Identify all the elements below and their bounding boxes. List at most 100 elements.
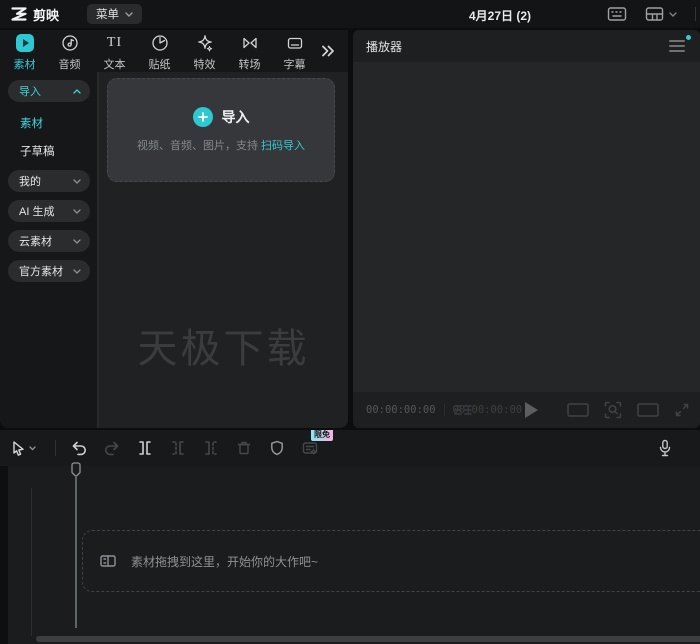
player-menu-icon[interactable] (669, 35, 691, 52)
sticker-icon (151, 33, 169, 53)
fullscreen-icon[interactable] (674, 402, 690, 418)
canvas-icon[interactable] (637, 403, 659, 417)
tab-text[interactable]: TI 文本 (92, 31, 137, 72)
tab-effects-label: 特效 (193, 58, 216, 71)
filmstrip-icon (99, 553, 117, 569)
zoom-fit-icon[interactable] (604, 401, 622, 419)
sidebar-item-import[interactable]: 导入 (8, 80, 90, 102)
tab-effects[interactable]: 特效 (182, 31, 227, 72)
playhead[interactable] (70, 462, 82, 628)
layout-switcher[interactable] (645, 6, 677, 22)
sidebar-item-media[interactable]: 素材 (8, 114, 90, 132)
scan-import-link[interactable]: 扫码导入 (261, 140, 305, 152)
undo-button[interactable] (69, 438, 89, 458)
cursor-icon (10, 440, 26, 457)
capcut-window: 剪映 菜单 4月27日 (2) 素材 音频 TI 文本 贴纸 特效 转场 字幕 … (0, 0, 700, 644)
delete-right-button[interactable] (201, 438, 221, 458)
import-subtitle-text: 视频、音频、图片，支持 (136, 140, 262, 152)
sidebar-item-label: 素材 (20, 118, 43, 130)
player-title: 播放器 (366, 39, 403, 54)
import-title: 导入 (221, 109, 250, 125)
chevron-down-icon (73, 238, 81, 244)
sidebar-item-mine[interactable]: 我的 (8, 170, 90, 192)
smart-captions-button[interactable]: 限免 (300, 430, 333, 458)
topbar-divider (695, 7, 696, 21)
tab-text-label: 文本 (103, 58, 126, 71)
upper-section: 素材 音频 TI 文本 贴纸 特效 转场 字幕 导入 素材 子草稿 我的 AI … (0, 30, 700, 428)
tab-captions[interactable]: 字幕 (272, 31, 317, 72)
watermark-text: 天极下载 (137, 327, 310, 371)
tab-audio-label: 音频 (58, 58, 81, 71)
current-time: 00:00:00:00 (366, 404, 436, 416)
mic-icon[interactable] (658, 439, 672, 457)
timeline-dropzone[interactable]: 素材拖拽到这里，开始你的大作吧~ (82, 530, 700, 592)
timeline-gutter (0, 466, 8, 644)
tab-sticker[interactable]: 贴纸 (137, 31, 182, 72)
timeline-scrollbar[interactable] (36, 636, 700, 642)
sidebar-item-subdraft[interactable]: 子草稿 (8, 142, 90, 160)
app-name: 剪映 (33, 7, 60, 23)
play-button[interactable] (525, 402, 538, 418)
tab-transitions[interactable]: 转场 (227, 31, 272, 72)
tab-transitions-label: 转场 (238, 58, 261, 71)
chevron-up-icon (73, 88, 81, 94)
playhead-line (75, 476, 77, 628)
chevron-down-icon (73, 268, 81, 274)
sidebar-item-official-media[interactable]: 官方素材 (8, 260, 90, 282)
timeline[interactable]: 素材拖拽到这里，开始你的大作吧~ (0, 462, 700, 644)
menu-button[interactable]: 菜单 (87, 4, 143, 24)
import-dropzone[interactable]: 导入 视频、音频、图片，支持 扫码导入 (107, 78, 335, 182)
chevron-down-icon (73, 208, 81, 214)
topbar-actions (607, 0, 696, 28)
sidebar-item-label: 子草稿 (20, 146, 55, 158)
select-tool-button[interactable] (10, 440, 42, 457)
bowtie-icon (241, 33, 259, 53)
ratio-icon[interactable] (567, 403, 589, 417)
sidebar-item-label: AI 生成 (19, 206, 55, 218)
chevron-down-icon (73, 178, 81, 184)
media-sidebar: 导入 素材 子草稿 我的 AI 生成 云素材 官方素材 (0, 72, 97, 428)
shield-icon[interactable] (267, 438, 287, 458)
chevron-down-icon (125, 11, 133, 17)
media-tabbar: 素材 音频 TI 文本 贴纸 特效 转场 字幕 (0, 30, 348, 72)
player-viewer[interactable] (353, 62, 700, 392)
caption-box-icon (286, 33, 304, 53)
media-play-icon (15, 33, 34, 52)
sparkle-star-icon (196, 33, 214, 53)
tab-sticker-label: 贴纸 (148, 58, 171, 71)
timecodes: 00:00:00:00 00:00:00:00 (366, 392, 522, 428)
tab-captions-label: 字幕 (283, 58, 306, 71)
music-note-icon (61, 33, 79, 53)
player-controls: 00:00:00:00 00:00:00:00 (353, 392, 700, 428)
player-panel: 播放器 00:00:00:00 00:00:00:00 (353, 30, 700, 428)
media-content: 导入 视频、音频、图片，支持 扫码导入 天极下载 (97, 72, 348, 428)
capcut-logo-icon (10, 5, 28, 23)
notification-dot (686, 35, 691, 40)
redo-button[interactable] (102, 438, 122, 458)
delete-left-button[interactable] (168, 438, 188, 458)
topbar: 剪映 菜单 4月27日 (2) (0, 0, 700, 28)
free-badge: 限免 (311, 430, 333, 441)
shortcut-keys-icon[interactable] (607, 6, 627, 22)
sidebar-item-label: 官方素材 (19, 266, 63, 278)
sidebar-item-ai-generate[interactable]: AI 生成 (8, 200, 90, 222)
app-logo: 剪映 (10, 5, 59, 24)
project-title: 4月27日 (2) (469, 9, 532, 23)
timeline-empty-hint: 素材拖拽到这里，开始你的大作吧~ (131, 554, 319, 569)
expand-tabs-icon[interactable] (320, 44, 336, 58)
text-ti-icon: TI (106, 34, 123, 50)
plus-icon (192, 107, 213, 127)
timeline-toolbar: 限免 (0, 430, 700, 466)
media-panel: 素材 音频 TI 文本 贴纸 特效 转场 字幕 导入 素材 子草稿 我的 AI … (0, 30, 348, 428)
import-subtitle: 视频、音频、图片，支持 扫码导入 (137, 137, 305, 153)
menu-button-label: 菜单 (96, 9, 120, 21)
chevron-down-icon (29, 445, 36, 451)
sidebar-item-label: 我的 (19, 176, 41, 188)
time-divider (443, 404, 445, 416)
quality-icon[interactable] (453, 403, 473, 417)
tab-audio[interactable]: 音频 (47, 31, 92, 72)
split-button[interactable] (135, 438, 155, 458)
sidebar-item-cloud-media[interactable]: 云素材 (8, 230, 90, 252)
tab-media[interactable]: 素材 (2, 31, 47, 72)
delete-button[interactable] (234, 438, 254, 458)
